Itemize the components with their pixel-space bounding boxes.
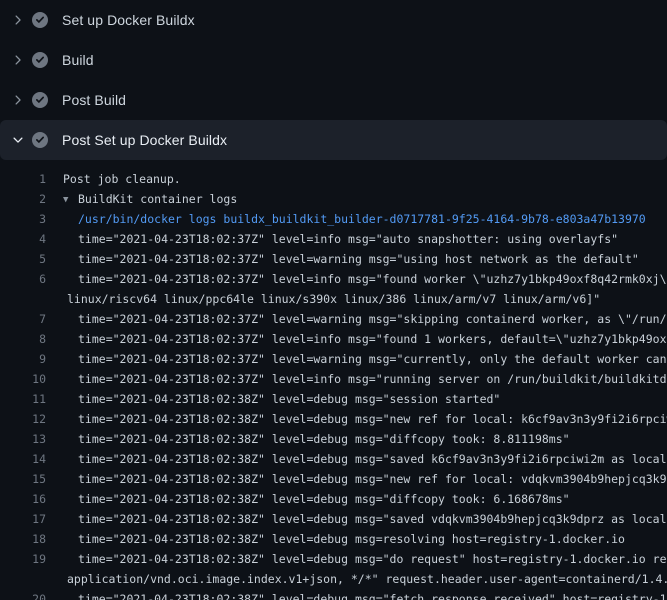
step-label: Build — [62, 52, 94, 68]
log-text: time="2021-04-23T18:02:38Z" level=debug … — [46, 529, 625, 549]
line-number[interactable]: 1 — [0, 169, 46, 189]
log-text: time="2021-04-23T18:02:37Z" level=warnin… — [46, 349, 667, 369]
log-line: 8 time="2021-04-23T18:02:37Z" level=info… — [0, 329, 667, 349]
step-header-build[interactable]: Build — [0, 40, 667, 80]
check-circle-icon — [32, 12, 48, 28]
log-text: time="2021-04-23T18:02:38Z" level=debug … — [46, 549, 667, 569]
line-number[interactable]: 14 — [0, 449, 46, 469]
group-toggle-icon[interactable]: ▼ — [63, 190, 78, 209]
log-text: linux/riscv64 linux/ppc64le linux/s390x … — [46, 289, 600, 309]
log-line: 19 time="2021-04-23T18:02:38Z" level=deb… — [0, 549, 667, 569]
log-text: time="2021-04-23T18:02:38Z" level=debug … — [46, 589, 667, 600]
step-label: Post Set up Docker Buildx — [62, 132, 227, 148]
chevron-right-icon — [12, 14, 24, 26]
log-text: ▼BuildKit container logs — [46, 189, 237, 209]
log-line: 20 time="2021-04-23T18:02:38Z" level=deb… — [0, 589, 667, 600]
log-line: 5 time="2021-04-23T18:02:37Z" level=warn… — [0, 249, 667, 269]
workflow-log-viewer: Set up Docker Buildx Build P — [0, 0, 667, 600]
group-title: BuildKit container logs — [78, 192, 237, 206]
step-header-post-build[interactable]: Post Build — [0, 80, 667, 120]
log-text: time="2021-04-23T18:02:38Z" level=debug … — [46, 449, 667, 469]
log-text: time="2021-04-23T18:02:37Z" level=warnin… — [46, 309, 667, 329]
line-number[interactable]: 13 — [0, 429, 46, 449]
log-line: 4 time="2021-04-23T18:02:37Z" level=info… — [0, 229, 667, 249]
line-number[interactable]: 10 — [0, 369, 46, 389]
log-text: time="2021-04-23T18:02:38Z" level=debug … — [46, 469, 667, 489]
log-text: time="2021-04-23T18:02:37Z" level=info m… — [46, 369, 667, 389]
line-number[interactable]: 5 — [0, 249, 46, 269]
log-line: 16 time="2021-04-23T18:02:38Z" level=deb… — [0, 489, 667, 509]
line-number[interactable]: 11 — [0, 389, 46, 409]
chevron-down-icon — [12, 134, 24, 146]
log-text: time="2021-04-23T18:02:38Z" level=debug … — [46, 429, 570, 449]
step-header-set-up-docker-buildx[interactable]: Set up Docker Buildx — [0, 0, 667, 40]
log-line: 11 time="2021-04-23T18:02:38Z" level=deb… — [0, 389, 667, 409]
line-number[interactable]: 7 — [0, 309, 46, 329]
line-number[interactable]: 3 — [0, 209, 46, 229]
log-text: time="2021-04-23T18:02:38Z" level=debug … — [46, 409, 667, 429]
log-line: 10 time="2021-04-23T18:02:37Z" level=inf… — [0, 369, 667, 389]
line-number[interactable]: 6 — [0, 269, 46, 289]
line-number[interactable]: 8 — [0, 329, 46, 349]
log-text: Post job cleanup. — [46, 169, 181, 189]
log-line: 12 time="2021-04-23T18:02:38Z" level=deb… — [0, 409, 667, 429]
log-text: time="2021-04-23T18:02:38Z" level=debug … — [46, 389, 500, 409]
log-text: time="2021-04-23T18:02:38Z" level=debug … — [46, 489, 570, 509]
steps-list: Set up Docker Buildx Build P — [0, 0, 667, 160]
chevron-right-icon — [12, 94, 24, 106]
line-number[interactable] — [0, 289, 46, 309]
log-line: 3 /usr/bin/docker logs buildx_buildkit_b… — [0, 209, 667, 229]
line-number[interactable]: 17 — [0, 509, 46, 529]
line-number[interactable]: 4 — [0, 229, 46, 249]
line-number[interactable]: 18 — [0, 529, 46, 549]
log-text: time="2021-04-23T18:02:37Z" level=warnin… — [46, 249, 639, 269]
log-line: 2 ▼BuildKit container logs — [0, 189, 667, 209]
log-text: time="2021-04-23T18:02:37Z" level=info m… — [46, 229, 618, 249]
step-header-post-set-up-docker-buildx[interactable]: Post Set up Docker Buildx — [0, 120, 667, 160]
log-line: 1 Post job cleanup. — [0, 169, 667, 189]
log-line: 17 time="2021-04-23T18:02:38Z" level=deb… — [0, 509, 667, 529]
chevron-right-icon — [12, 54, 24, 66]
line-number[interactable]: 15 — [0, 469, 46, 489]
log-line: 13 time="2021-04-23T18:02:38Z" level=deb… — [0, 429, 667, 449]
log-line: 15 time="2021-04-23T18:02:38Z" level=deb… — [0, 469, 667, 489]
log-text: time="2021-04-23T18:02:37Z" level=info m… — [46, 269, 667, 289]
log-panel: 1 Post job cleanup. 2 ▼BuildKit containe… — [0, 160, 667, 600]
line-number[interactable]: 16 — [0, 489, 46, 509]
line-number[interactable]: 2 — [0, 189, 46, 209]
log-text: time="2021-04-23T18:02:37Z" level=info m… — [46, 329, 667, 349]
log-text: /usr/bin/docker logs buildx_buildkit_bui… — [46, 209, 646, 229]
log-line: 14 time="2021-04-23T18:02:38Z" level=deb… — [0, 449, 667, 469]
log-line: 6 time="2021-04-23T18:02:37Z" level=info… — [0, 269, 667, 289]
line-number[interactable]: 9 — [0, 349, 46, 369]
step-label: Set up Docker Buildx — [62, 12, 195, 28]
line-number[interactable]: 19 — [0, 549, 46, 569]
log-text: application/vnd.oci.image.index.v1+json,… — [46, 569, 667, 589]
check-circle-icon — [32, 92, 48, 108]
step-label: Post Build — [62, 92, 126, 108]
log-text: time="2021-04-23T18:02:38Z" level=debug … — [46, 509, 667, 529]
check-circle-icon — [32, 132, 48, 148]
check-circle-icon — [32, 52, 48, 68]
log-line: application/vnd.oci.image.index.v1+json,… — [0, 569, 667, 589]
log-line: 18 time="2021-04-23T18:02:38Z" level=deb… — [0, 529, 667, 549]
log-line: 9 time="2021-04-23T18:02:37Z" level=warn… — [0, 349, 667, 369]
log-line: linux/riscv64 linux/ppc64le linux/s390x … — [0, 289, 667, 309]
line-number[interactable] — [0, 569, 46, 589]
line-number[interactable]: 12 — [0, 409, 46, 429]
line-number[interactable]: 20 — [0, 589, 46, 600]
log-line: 7 time="2021-04-23T18:02:37Z" level=warn… — [0, 309, 667, 329]
